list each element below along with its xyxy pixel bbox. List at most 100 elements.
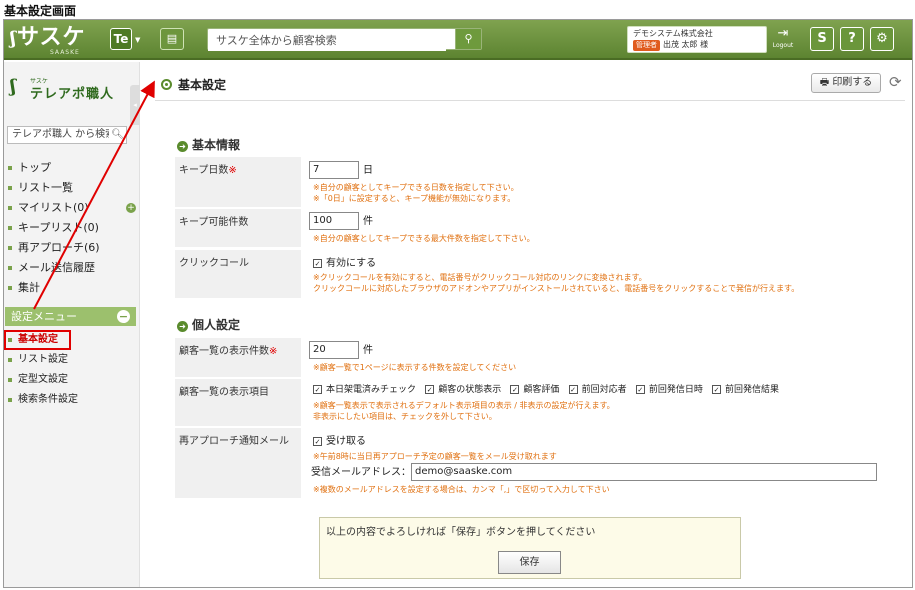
display-item-label: 前回発信日時 <box>648 385 703 395</box>
display-item-checkbox[interactable]: ✓ <box>635 385 645 394</box>
keep-days-field: 7日 <box>309 161 373 179</box>
click-call-field: ✓ 有効にする <box>313 254 376 269</box>
printer-icon: 🖶︎ <box>819 77 833 88</box>
brand-mark-icon: ʃ <box>10 76 16 97</box>
settings-item-search-condition[interactable]: 検索条件設定 <box>6 390 78 410</box>
sidebar-brand[interactable]: ʃ サスケ テレアポ職人 <box>10 76 135 106</box>
add-list-icon[interactable]: + <box>126 203 136 213</box>
click-call-checkbox[interactable]: ✓ <box>313 259 322 268</box>
display-items-label: 顧客一覧の表示項目 <box>175 379 301 426</box>
main-content: 基本設定 🖶︎ 印刷する ⟳ ➜ 基本情報 キープ日数※ 7日 ※自分の顧客として… <box>141 62 912 587</box>
header-bar: ʃサスケ SAASKE Te ▼ ▤ ⚲ デモシステム株式会社 管理者出茂 太郎… <box>4 20 912 60</box>
display-item-label: 前回対応者 <box>581 385 627 395</box>
page-size-input[interactable]: 20 <box>309 341 359 359</box>
settings-item-template[interactable]: 定型文設定 <box>6 370 78 390</box>
page-size-note: ※顧客一覧で1ページに表示する件数を設定してください <box>313 363 517 372</box>
keep-count-note: ※自分の顧客としてキープできる最大件数を指定して下さい。 <box>313 234 535 243</box>
keep-days-unit: 日 <box>363 165 373 176</box>
display-item-checkbox[interactable]: ✓ <box>568 385 578 394</box>
page-size-unit: 件 <box>363 345 373 356</box>
confirm-box: 以上の内容でよろしければ「保存」ボタンを押してください 保存 <box>319 517 741 579</box>
sidebar: ʃ サスケ テレアポ職人 ◂ テレアポ職人 から検索 🔍︎ トップ リスト一覧 … <box>4 62 140 587</box>
reapproach-label: 再アプローチ通知メール <box>175 428 301 498</box>
keep-count-input[interactable]: 100 <box>309 212 359 230</box>
print-button[interactable]: 🖶︎ 印刷する <box>811 73 881 93</box>
collapse-icon[interactable]: − <box>117 310 130 323</box>
sidebar-menu: トップ リスト一覧 マイリスト(0) キープリスト(0) 再アプローチ(6) メ… <box>6 158 100 298</box>
logo-subtext: SAASKE <box>50 49 80 56</box>
email-label: 受信メールアドレス： <box>311 467 411 478</box>
display-item-label: 顧客評価 <box>523 385 560 395</box>
sidebar-item-mylist[interactable]: マイリスト(0) <box>6 198 100 218</box>
keep-count-label: キープ可能件数 <box>175 209 301 247</box>
sidebar-item-reapproach[interactable]: 再アプローチ(6) <box>6 238 100 258</box>
sidebar-item-top[interactable]: トップ <box>6 158 100 178</box>
display-item-label: 顧客の状態表示 <box>438 385 502 395</box>
keep-days-note-1: ※自分の顧客としてキープできる日数を指定して下さい。 <box>313 183 519 192</box>
sidebar-item-mail-history[interactable]: メール送信履歴 <box>6 258 100 278</box>
section-arrow-icon: ➜ <box>177 141 188 152</box>
section-personal: ➜ 個人設定 <box>177 316 240 333</box>
gear-icon[interactable]: ⚙ <box>870 27 894 51</box>
screen-caption: 基本設定画面 <box>4 4 77 18</box>
help-icon[interactable]: ? <box>840 27 864 51</box>
title-divider <box>155 100 905 101</box>
reapproach-note-2: ※複数のメールアドレスを設定する場合は、カンマ「,」で区切って入力して下さい <box>313 485 610 494</box>
logout-icon: ⇥ <box>777 26 789 41</box>
sidebar-item-stats[interactable]: 集計 <box>6 278 100 298</box>
display-items-note-1: ※顧客一覧表示で表示されるデフォルト表示項目の表示 / 非表示の設定が行えます。 <box>313 401 615 410</box>
global-search: ⚲ <box>207 28 482 51</box>
email-input[interactable]: demo@saaske.com <box>411 463 877 481</box>
keep-count-field: 100 件 <box>309 212 373 230</box>
settings-menu-header[interactable]: 設定メニュー − <box>5 307 136 326</box>
reapproach-checkbox[interactable]: ✓ <box>313 437 322 446</box>
sidebar-item-lists[interactable]: リスト一覧 <box>6 178 100 198</box>
brand-name: テレアポ職人 <box>30 87 115 102</box>
display-items-options: ✓ 本日架電済みチェック ✓ 顧客の状態表示 ✓ 顧客評価 ✓ 前回対応者 ✓ 前回発信日… <box>313 382 785 395</box>
search-icon[interactable]: ⚲ <box>455 29 481 49</box>
sidebar-search-input[interactable]: テレアポ職人 から検索 🔍︎ <box>7 126 127 144</box>
keep-days-note-2: ※「0日」に設定すると、キープ機能が無効になります。 <box>313 194 516 203</box>
click-call-note-2: クリックコールに対応したブラウザのアドオンやアプリがインストールされていると、電… <box>313 284 800 293</box>
page-title: 基本設定 <box>161 76 226 93</box>
click-call-label: クリックコール <box>175 250 301 298</box>
app-switch-button[interactable]: Te <box>110 28 132 50</box>
company-name: デモシステム株式会社 <box>633 29 713 38</box>
settings-item-list[interactable]: リスト設定 <box>6 350 78 370</box>
display-item-checkbox[interactable]: ✓ <box>712 385 722 394</box>
reapproach-option: 受け取る <box>326 436 366 447</box>
page-size-field: 20 件 <box>309 341 373 359</box>
sidebar-collapse-handle[interactable]: ◂ <box>130 85 140 125</box>
highlight-box <box>4 330 71 350</box>
title-bullet-icon <box>161 79 172 90</box>
reapproach-field: ✓ 受け取る <box>313 432 366 447</box>
sidebar-search-placeholder: テレアポ職人 から検索 <box>12 129 116 140</box>
section-basic-info: ➜ 基本情報 <box>177 136 240 153</box>
app-window: ʃサスケ SAASKE Te ▼ ▤ ⚲ デモシステム株式会社 管理者出茂 太郎… <box>3 19 913 588</box>
display-item-checkbox[interactable]: ✓ <box>510 385 520 394</box>
display-item-checkbox[interactable]: ✓ <box>313 385 322 394</box>
keep-days-input[interactable]: 7 <box>309 161 359 179</box>
role-badge: 管理者 <box>633 40 660 51</box>
display-item-checkbox[interactable]: ✓ <box>425 385 435 394</box>
page-size-label: 顧客一覧の表示件数※ <box>175 338 301 377</box>
logo-text: ʃサスケ <box>10 24 86 50</box>
user-info: デモシステム株式会社 管理者 出茂 太郎 様 <box>627 26 767 53</box>
reapproach-note-1: ※午前8時に当日再アプローチ予定の顧客一覧をメール受け取れます <box>313 452 557 461</box>
sidebar-item-keeplist[interactable]: キープリスト(0) <box>6 218 100 238</box>
search-icon[interactable]: 🔍︎ <box>109 127 124 143</box>
refresh-icon[interactable]: ⟳ <box>889 73 902 91</box>
global-search-input[interactable] <box>208 30 446 51</box>
chat-icon[interactable]: ▤ <box>160 28 184 50</box>
section-arrow-icon: ➜ <box>177 321 188 332</box>
chevron-down-icon[interactable]: ▼ <box>135 36 140 44</box>
sasuke-home-icon[interactable]: S <box>810 27 834 51</box>
logout-button[interactable]: ⇥ Logout <box>770 26 796 54</box>
logout-label: Logout <box>772 42 794 49</box>
click-call-note-1: ※クリックコールを有効にすると、電話番号がクリックコール対応のリンクに変換されま… <box>313 273 647 282</box>
sasuke-logo[interactable]: ʃサスケ SAASKE <box>10 24 96 56</box>
display-item-label: 本日架電済みチェック <box>326 385 417 395</box>
settings-menu-title: 設定メニュー <box>11 310 77 323</box>
display-items-note-2: 非表示にしたい項目は、チェックを外して下さい。 <box>313 412 497 421</box>
save-button[interactable]: 保存 <box>498 551 561 574</box>
